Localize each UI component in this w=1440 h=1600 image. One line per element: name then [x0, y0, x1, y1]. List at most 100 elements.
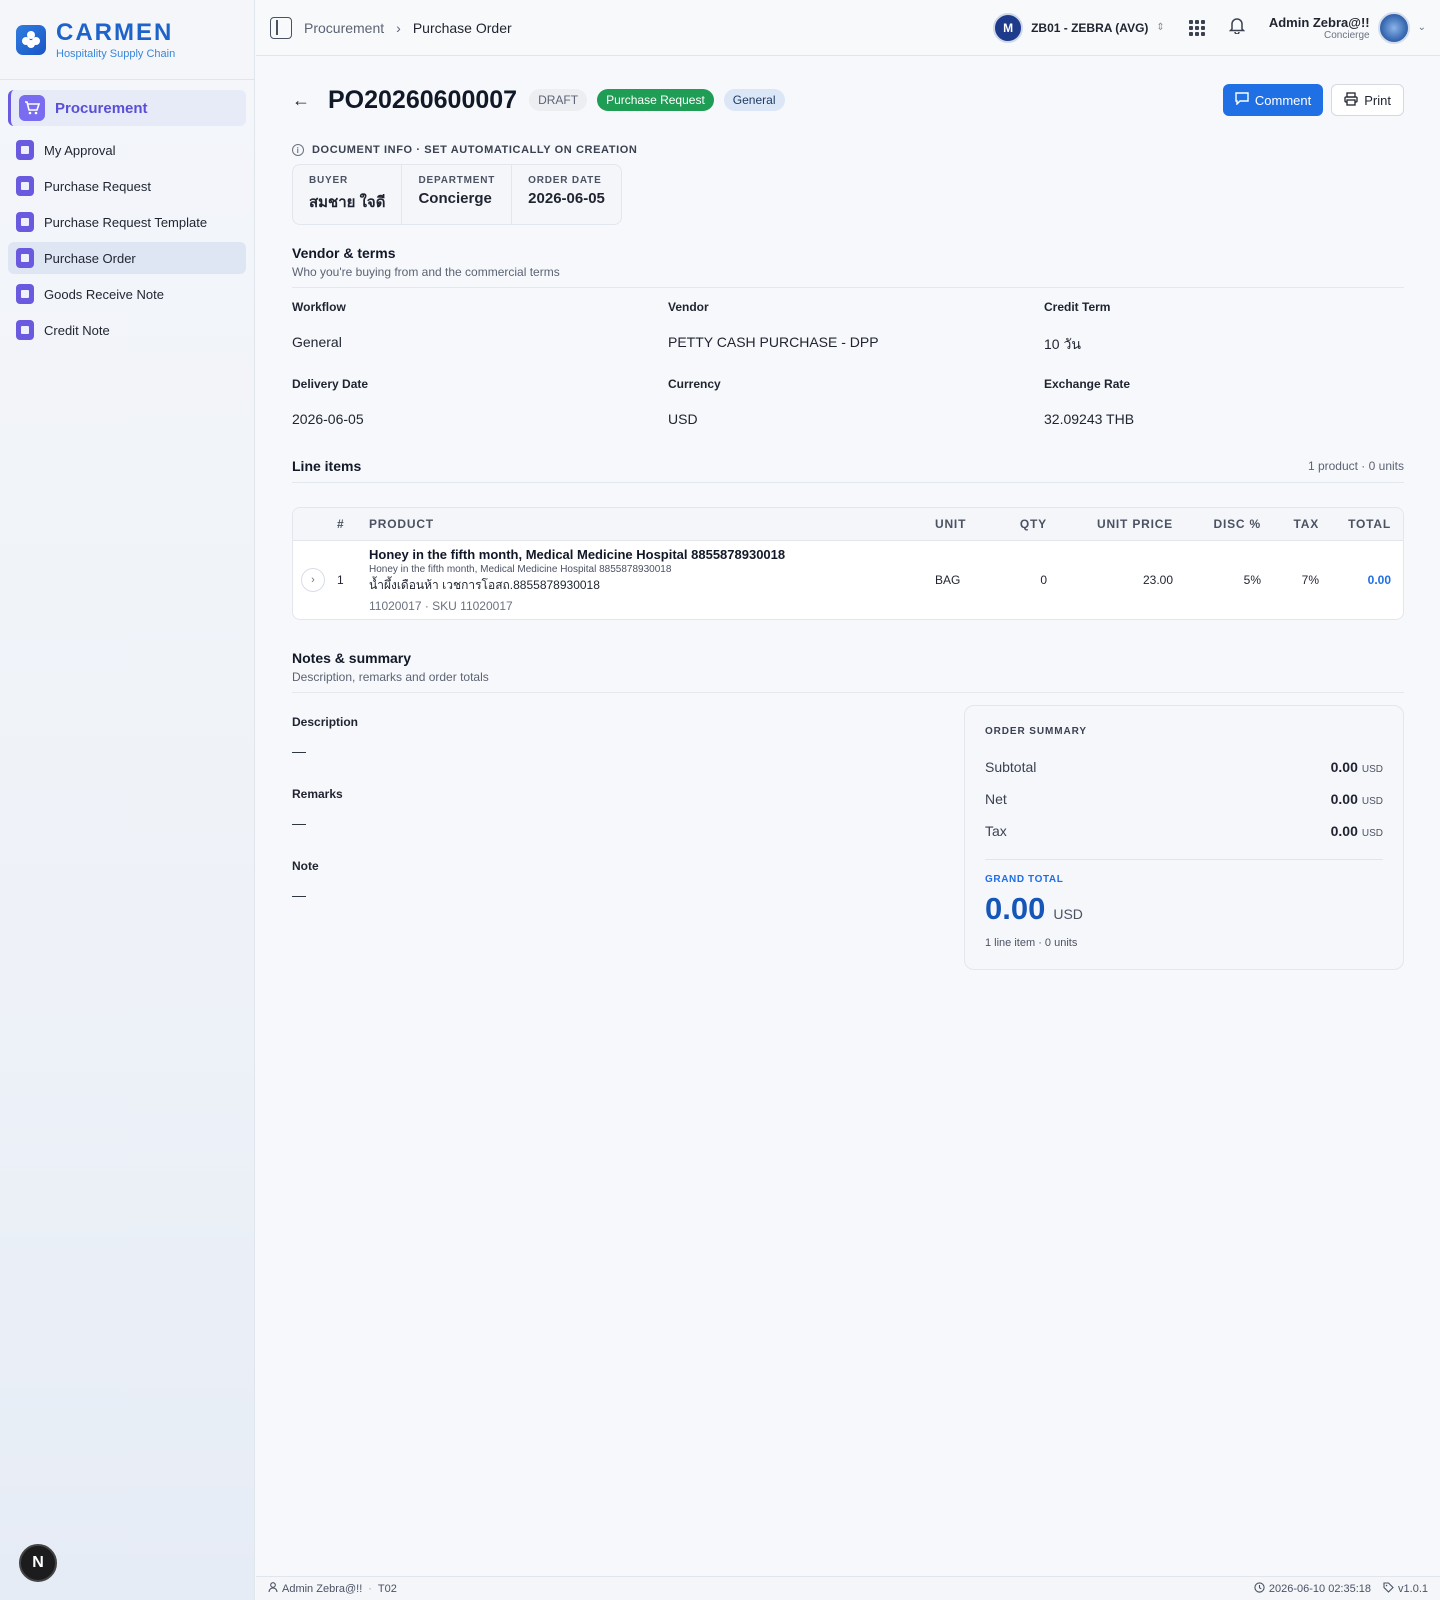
- workflow-value: General: [292, 334, 342, 350]
- section-title: Line items: [292, 458, 362, 474]
- divider: [292, 692, 1404, 693]
- note-label: Note: [292, 859, 319, 873]
- net-row: Net 0.00 USD: [985, 783, 1383, 815]
- sidebar-item-purchase-request[interactable]: Purchase Request: [8, 170, 246, 202]
- message-icon: [1235, 92, 1249, 108]
- th-disc: DISC %: [1213, 517, 1261, 531]
- footer-timestamp: 2026-06-10 02:35:18: [1268, 1582, 1372, 1595]
- clock-icon: [1254, 1581, 1265, 1596]
- print-button[interactable]: Print: [1331, 84, 1404, 116]
- brand-name: CARMEN: [56, 18, 174, 46]
- document-info-text: DOCUMENT INFO · SET AUTOMATICALLY ON CRE…: [312, 144, 638, 156]
- sidebar-item-label: Purchase Request Template: [44, 214, 208, 230]
- nav-group-procurement[interactable]: Procurement: [8, 90, 246, 126]
- status-bar: Admin Zebra@!! · T02 2026-06-10 02:35:18…: [256, 1576, 1440, 1600]
- source-badge: Purchase Request: [597, 89, 714, 111]
- chevron-down-icon[interactable]: ⌄: [1418, 22, 1426, 33]
- product-name: Honey in the fifth month, Medical Medici…: [369, 547, 786, 562]
- printer-icon: [1344, 91, 1358, 109]
- user-info[interactable]: Admin Zebra@!! Concierge: [1269, 15, 1370, 41]
- tax-row: Tax 0.00 USD: [985, 815, 1383, 847]
- grand-total-label: GRAND TOTAL: [985, 874, 1064, 885]
- th-qty: QTY: [1019, 517, 1047, 531]
- vendor-value: PETTY CASH PURCHASE - DPP: [668, 334, 879, 350]
- sidebar-item-label: Purchase Request: [44, 178, 151, 194]
- order-summary-card: ORDER SUMMARY Subtotal 0.00 USD Net 0.00 U…: [964, 705, 1404, 970]
- table-row[interactable]: › 1 Honey in the fifth month, Medical Me…: [293, 541, 1403, 619]
- field-label: Vendor: [668, 300, 709, 314]
- divider: [292, 287, 1404, 288]
- delivery-date-value: 2026-06-05: [292, 411, 364, 427]
- avatar[interactable]: [1377, 11, 1410, 44]
- line-items-table: # PRODUCT UNIT QTY UNIT PRICE DISC % TAX…: [292, 507, 1404, 620]
- user-icon: [268, 1581, 278, 1596]
- document-icon: [16, 320, 34, 340]
- breadcrumb-procurement[interactable]: Procurement: [304, 20, 384, 36]
- line-items-section: Line items 1 product · 0 units # PRODUCT…: [292, 458, 1404, 620]
- approval-icon: [16, 140, 34, 160]
- product-sku: 11020017 · SKU 11020017: [369, 599, 513, 613]
- credit-term-value: 10 วัน: [1044, 336, 1081, 352]
- subtotal-row: Subtotal 0.00 USD: [985, 751, 1383, 783]
- disc-cell: 5%: [1243, 573, 1261, 587]
- tax-label: Tax: [985, 823, 1007, 839]
- field-label: Workflow: [292, 300, 346, 314]
- sidebar-item-purchase-request-template[interactable]: Purchase Request Template: [8, 206, 246, 238]
- tax-cell: 7%: [1301, 573, 1319, 587]
- breadcrumb-current: Purchase Order: [412, 19, 512, 36]
- field-label: Delivery Date: [292, 377, 369, 391]
- notes-summary-section: Notes & summary Description, remarks and…: [292, 650, 1404, 970]
- credit-term-field: Credit Term 10 วัน: [1044, 300, 1404, 377]
- print-label: Print: [1364, 92, 1391, 108]
- sidebar-item-my-approval[interactable]: My Approval: [8, 134, 246, 166]
- product-local-name: น้ำผึ้งเดือนห้า เวชการโอสถ.8855878930018: [369, 578, 600, 592]
- brand[interactable]: CARMEN Hospitality Supply Chain: [0, 0, 254, 80]
- receive-icon: [16, 284, 34, 304]
- sidebar-item-label: My Approval: [44, 142, 116, 158]
- subtotal-value: 0.00: [1330, 759, 1358, 775]
- main-content: ← PO20260600007 DRAFT Purchase Request G…: [292, 56, 1404, 970]
- grand-total-value: 0.00: [985, 891, 1046, 926]
- chevron-right-icon[interactable]: ›: [301, 568, 325, 592]
- user-name: Admin Zebra@!!: [1268, 14, 1370, 30]
- arrow-left-icon[interactable]: ←: [292, 90, 310, 111]
- nav-list: My Approval Purchase Request Purchase Re…: [0, 134, 254, 346]
- sidebar-item-purchase-order[interactable]: Purchase Order: [8, 242, 246, 274]
- remarks-label: Remarks: [292, 787, 343, 801]
- org-switcher[interactable]: M ZB01 - ZEBRA (AVG) ⇕: [993, 12, 1165, 43]
- workflow-field: Workflow General: [292, 300, 668, 377]
- bell-icon[interactable]: [1228, 16, 1246, 39]
- document-info-label: i DOCUMENT INFO · SET AUTOMATICALLY ON C…: [292, 144, 1404, 156]
- comment-button[interactable]: Comment: [1222, 84, 1324, 116]
- workflow-badge: General: [723, 89, 785, 111]
- th-tax: TAX: [1293, 517, 1319, 531]
- divider: [292, 482, 1404, 483]
- footer-user: Admin Zebra@!!: [282, 1582, 363, 1595]
- field-label: Credit Term: [1044, 300, 1111, 314]
- expand-cell: ›: [293, 568, 337, 592]
- sidebar-item-credit-note[interactable]: Credit Note: [8, 314, 246, 346]
- note-value: —: [292, 887, 306, 903]
- summary-title: ORDER SUMMARY: [985, 726, 1087, 737]
- sidebar-item-goods-receive-note[interactable]: Goods Receive Note: [8, 278, 246, 310]
- total-cell: 0.00: [1367, 573, 1391, 587]
- currency-field: Currency USD: [668, 377, 1044, 454]
- vendor-field: Vendor PETTY CASH PURCHASE - DPP: [668, 300, 1044, 377]
- currency-value: USD: [668, 411, 698, 427]
- department-value: Concierge: [418, 190, 492, 207]
- user-role: Concierge: [1324, 29, 1370, 41]
- nav-group-label: Procurement: [55, 99, 148, 117]
- line-items-count: 1 product · 0 units: [1307, 459, 1404, 473]
- net-label: Net: [985, 791, 1007, 807]
- apps-grid-icon[interactable]: [1188, 19, 1205, 36]
- net-value: 0.00: [1330, 791, 1358, 807]
- section-subtitle: Description, remarks and order totals: [292, 670, 489, 684]
- brand-subtitle: Hospitality Supply Chain: [56, 47, 176, 60]
- dev-tools-badge[interactable]: N: [19, 1544, 57, 1582]
- chevron-right-icon: ›: [396, 19, 401, 36]
- sidebar-item-label: Goods Receive Note: [44, 286, 164, 302]
- description-label: Description: [292, 715, 359, 729]
- sidebar-toggle-icon[interactable]: [270, 16, 292, 39]
- tag-icon: [1383, 1581, 1394, 1596]
- title-row: ← PO20260600007 DRAFT Purchase Request G…: [292, 56, 1404, 144]
